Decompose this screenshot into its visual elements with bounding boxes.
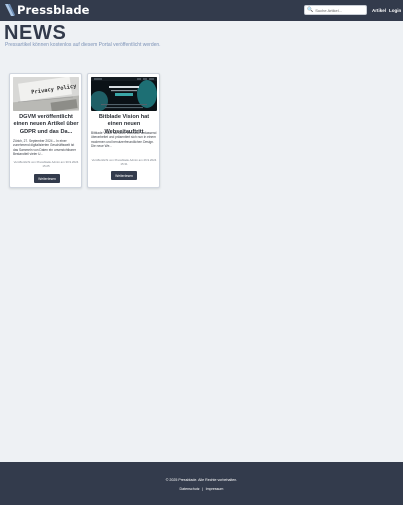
search-icon: 🔍 <box>307 7 314 13</box>
article-excerpt: Zürich, 27. September 2024 – In einer zu… <box>13 139 76 156</box>
article-thumbnail[interactable] <box>91 77 157 111</box>
search-box[interactable]: 🔍 <box>304 5 367 15</box>
footer-link-datenschutz[interactable]: Datenschutz <box>180 487 200 491</box>
search-input[interactable] <box>315 6 366 14</box>
footer <box>0 462 403 505</box>
article-title[interactable]: DGVM veröffentlicht einen neuen Artikel … <box>13 114 79 136</box>
article-excerpt: Bitblade Vision hat seine Webseite umfas… <box>91 131 157 148</box>
privacy-policy-image: Privacy Policy <box>13 77 79 111</box>
footer-link-impressum[interactable]: Impressum <box>206 487 224 491</box>
footer-link-separator: | <box>202 487 204 491</box>
website-screenshot-image <box>91 77 157 111</box>
read-more-button[interactable]: Weiterlesen <box>111 171 137 180</box>
logo[interactable]: Pressblade <box>4 3 90 17</box>
top-navbar: Pressblade 🔍 Artikel Login <box>0 0 403 21</box>
blade-logo-icon <box>5 4 15 16</box>
article-card: Privacy Policy DGVM veröffentlicht einen… <box>9 73 82 188</box>
nav-link-artikel[interactable]: Artikel <box>372 8 386 13</box>
nav-link-login[interactable]: Login <box>389 8 401 13</box>
footer-copyright: © 2025 Pressblade. Alle Rechte vorbehalt… <box>165 478 238 482</box>
logo-text: Pressblade <box>17 3 90 17</box>
article-meta: Veröffentlicht von Pressblade Admin am 2… <box>91 158 157 166</box>
read-more-button[interactable]: Weiterlesen <box>34 174 60 183</box>
footer-links: Datenschutz | Impressum <box>0 487 403 491</box>
article-meta: Veröffentlicht von Pressblade Admin am 3… <box>13 160 79 168</box>
page-subtitle: Pressartikel können kostenlos auf diesem… <box>5 42 161 48</box>
article-thumbnail[interactable]: Privacy Policy <box>13 77 79 111</box>
article-card: Bitblade Vision hat einen neuen Webseita… <box>87 73 160 188</box>
